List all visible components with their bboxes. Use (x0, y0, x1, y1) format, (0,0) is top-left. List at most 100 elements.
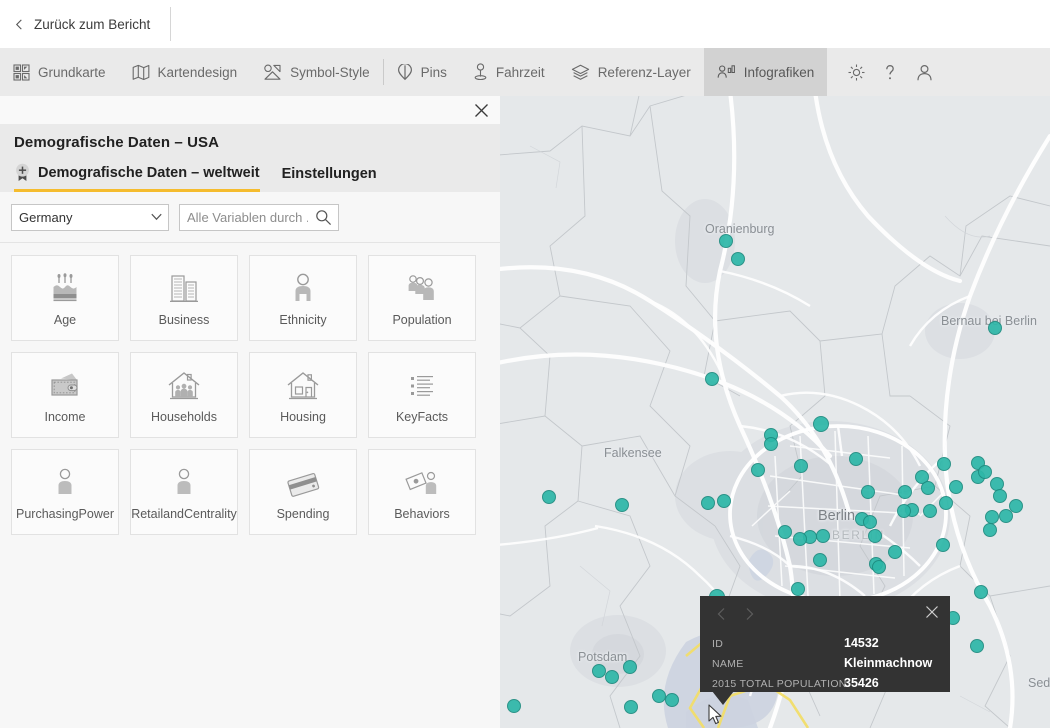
map-marker[interactable] (993, 489, 1007, 503)
toolbar-item-pins[interactable]: Pins (384, 48, 460, 96)
country-select[interactable]: Germany (11, 204, 169, 231)
map-marker[interactable] (778, 525, 792, 539)
map-marker[interactable] (939, 496, 953, 510)
tile-population[interactable]: Population (368, 255, 476, 341)
tile-households[interactable]: Households (130, 352, 238, 438)
settings-button[interactable] (839, 48, 873, 96)
map-marker[interactable] (974, 585, 988, 599)
credit-card-icon (283, 464, 323, 500)
variable-search-box[interactable] (179, 204, 339, 231)
map-marker[interactable] (705, 372, 719, 386)
toolbar-label-pins: Pins (420, 64, 447, 80)
map-marker[interactable] (813, 553, 827, 567)
popup-pointer (712, 691, 734, 705)
toolbar-item-kartendesign[interactable]: Kartendesign (119, 48, 251, 96)
map-marker[interactable] (719, 234, 733, 248)
map-marker[interactable] (863, 515, 877, 529)
map-marker[interactable] (999, 509, 1013, 523)
map-marker[interactable] (507, 699, 521, 713)
map-marker[interactable] (652, 689, 666, 703)
mouse-cursor (708, 704, 722, 725)
map-marker[interactable] (542, 490, 556, 504)
map-marker[interactable] (624, 700, 638, 714)
tile-income[interactable]: Income (11, 352, 119, 438)
close-icon (926, 606, 938, 618)
tile-label-ethnicity: Ethnicity (279, 312, 327, 327)
map-marker[interactable] (791, 582, 805, 596)
popup-row: 2015 TOTAL POPULATION 35426 (712, 676, 944, 692)
map-marker[interactable] (868, 529, 882, 543)
tile-purchasingpower[interactable]: PurchasingPower (11, 449, 119, 535)
tile-spending[interactable]: Spending (249, 449, 357, 535)
infographics-icon (717, 64, 736, 81)
map-marker[interactable] (978, 465, 992, 479)
map-marker[interactable] (793, 532, 807, 546)
tile-retailandcentrality[interactable]: RetailandCentrality (130, 449, 238, 535)
tile-keyfacts[interactable]: KeyFacts (368, 352, 476, 438)
popup-key: ID (712, 638, 724, 650)
map-marker[interactable] (898, 485, 912, 499)
popup-prev-button[interactable] (708, 603, 734, 625)
map-marker[interactable] (623, 660, 637, 674)
map-marker[interactable] (813, 416, 829, 432)
toolbar-label-infografiken: Infografiken (743, 64, 815, 80)
house-family-icon (166, 367, 202, 403)
map-marker[interactable] (923, 504, 937, 518)
map-marker[interactable] (970, 639, 984, 653)
map-marker[interactable] (897, 504, 911, 518)
bookmark-add-icon (16, 163, 29, 181)
map-marker[interactable] (849, 452, 863, 466)
tile-housing[interactable]: Housing (249, 352, 357, 438)
map-marker[interactable] (592, 664, 606, 678)
search-icon[interactable] (315, 209, 332, 226)
search-input[interactable] (180, 205, 308, 230)
map-marker[interactable] (615, 498, 629, 512)
tile-behaviors[interactable]: Behaviors (368, 449, 476, 535)
map-marker[interactable] (751, 463, 765, 477)
tab-einstellungen[interactable]: Einstellungen (282, 166, 377, 192)
map-marker[interactable] (794, 459, 808, 473)
popup-close-button[interactable] (922, 602, 942, 622)
toolbar-item-grundkarte[interactable]: Grundkarte (0, 48, 119, 96)
back-to-report-button[interactable]: Zurück zum Bericht (0, 0, 168, 48)
map-marker[interactable] (701, 496, 715, 510)
map-marker[interactable] (988, 321, 1002, 335)
toolbar-item-referenz-layer[interactable]: Referenz-Layer (558, 48, 704, 96)
map-marker[interactable] (816, 529, 830, 543)
app-root: Zurück zum Bericht Grundkarte Kartendesi… (0, 0, 1050, 728)
tab-demografische-daten-weltweit[interactable]: Demografische Daten – weltweit (14, 163, 260, 192)
map-marker[interactable] (936, 538, 950, 552)
map-marker[interactable] (888, 545, 902, 559)
help-button[interactable] (873, 48, 907, 96)
feature-popup[interactable]: ID 14532 NAME Kleinmachnow 2015 TOTAL PO… (700, 596, 950, 705)
tile-label-business: Business (158, 312, 210, 327)
question-mark-icon (886, 64, 895, 79)
map-marker[interactable] (985, 510, 999, 524)
tile-age[interactable]: Age (11, 255, 119, 341)
map-marker[interactable] (764, 437, 778, 451)
map-marker[interactable] (717, 494, 731, 508)
popup-value: Kleinmachnow (844, 656, 933, 670)
map-marker[interactable] (872, 560, 886, 574)
account-button[interactable] (907, 48, 941, 96)
toolbar-item-symbol-style[interactable]: Symbol-Style (250, 48, 383, 96)
map-marker[interactable] (665, 693, 679, 707)
map-marker[interactable] (731, 252, 745, 266)
chevron-left-icon (717, 608, 724, 620)
popup-next-button[interactable] (736, 603, 762, 625)
tile-business[interactable]: Business (130, 255, 238, 341)
map-marker[interactable] (983, 523, 997, 537)
close-icon (474, 103, 488, 117)
map-marker[interactable] (861, 485, 875, 499)
map-marker[interactable] (949, 480, 963, 494)
map-marker[interactable] (937, 457, 951, 471)
toolbar-item-infografiken[interactable]: Infografiken (703, 48, 828, 96)
panel-close-bar (0, 96, 500, 124)
toolbar-label-fahrzeit: Fahrzeit (495, 64, 545, 80)
map-marker[interactable] (605, 670, 619, 684)
panel-close-button[interactable] (470, 99, 492, 121)
tile-ethnicity[interactable]: Ethnicity (249, 255, 357, 341)
tile-label-households: Households (150, 409, 217, 424)
map-marker[interactable] (921, 481, 935, 495)
toolbar-item-fahrzeit[interactable]: Fahrzeit (460, 48, 558, 96)
